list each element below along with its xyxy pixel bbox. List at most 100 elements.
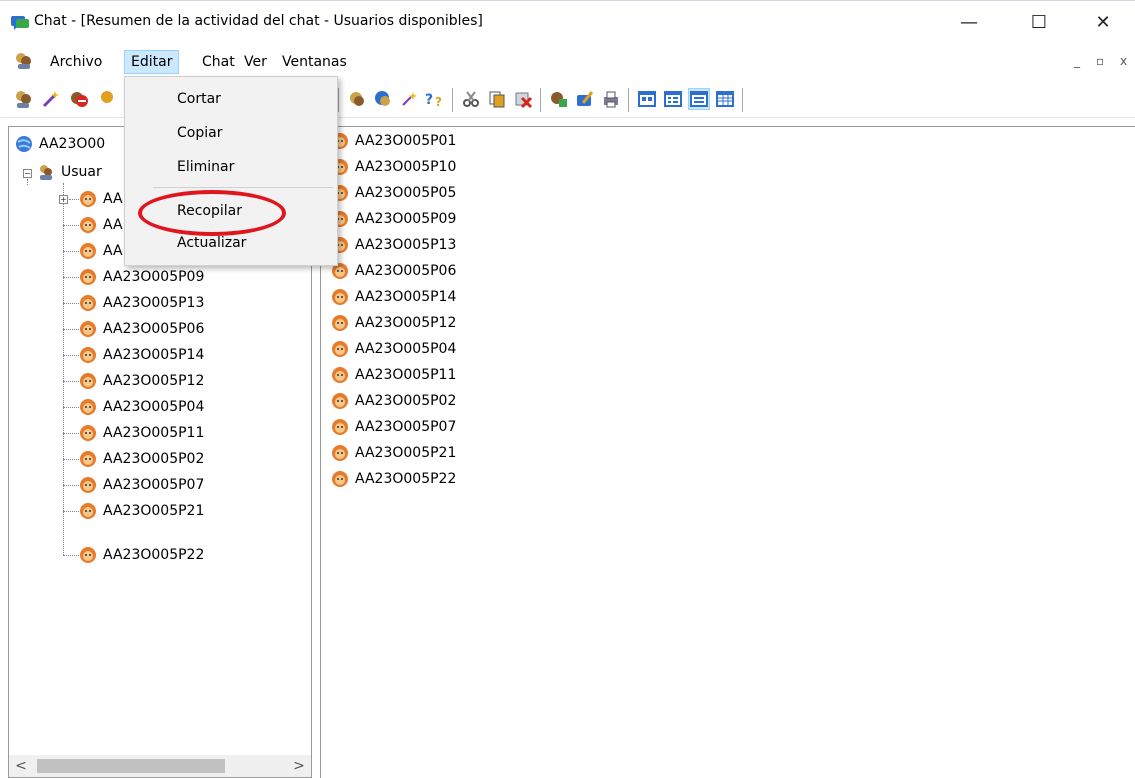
- stop-user-icon[interactable]: [68, 88, 90, 110]
- list-item[interactable]: AA23O005P01: [331, 130, 456, 152]
- print-icon[interactable]: [600, 88, 622, 110]
- users-tool-icon[interactable]: [12, 88, 34, 110]
- tree-user-row[interactable]: AA23O005P13: [79, 292, 204, 314]
- view-small-icons-icon[interactable]: [662, 88, 684, 110]
- window-title: Chat - [Resumen de la actividad del chat…: [34, 13, 483, 29]
- close-button[interactable]: ✕: [1080, 7, 1126, 37]
- list-item-label: AA23O005P06: [355, 263, 457, 279]
- tree-guide-line: [27, 179, 28, 185]
- users-list-pane[interactable]: AA23O005P01 AA23O005P10 AA23O005P05 AA23…: [320, 126, 1135, 778]
- mdi-minimize-button[interactable]: _: [1074, 54, 1080, 68]
- delete-icon[interactable]: [512, 88, 534, 110]
- view-list-icon[interactable]: [688, 88, 710, 110]
- menu-item-cortar[interactable]: Cortar: [177, 87, 221, 111]
- users-group-icon: [37, 163, 55, 181]
- wand-icon[interactable]: [398, 88, 420, 110]
- tree-user-row[interactable]: AA: [79, 240, 123, 262]
- copy-icon[interactable]: [486, 88, 508, 110]
- list-item-label: AA23O005P04: [355, 341, 457, 357]
- user-face-icon: [331, 418, 349, 436]
- user-face-icon: [79, 346, 97, 364]
- toolbar-separator: [540, 88, 541, 112]
- chat-app-icon: [10, 15, 30, 31]
- minimize-button[interactable]: —: [946, 7, 992, 37]
- maximize-button[interactable]: ☐: [1016, 7, 1062, 37]
- tree-user-row[interactable]: AA23O005P11: [79, 422, 204, 444]
- user-tool-icon[interactable]: [96, 88, 118, 110]
- tree-branch-line: [63, 251, 79, 252]
- menu-archivo[interactable]: Archivo: [44, 50, 108, 74]
- help-icon[interactable]: ??: [424, 88, 446, 110]
- magic-wand-icon[interactable]: [40, 88, 62, 110]
- tree-user-row[interactable]: AA23O005P07: [79, 474, 204, 496]
- list-item[interactable]: AA23O005P07: [331, 416, 456, 438]
- list-item[interactable]: AA23O005P22: [331, 468, 456, 490]
- tree-user-row[interactable]: AA: [79, 188, 123, 210]
- list-item[interactable]: AA23O005P02: [331, 390, 456, 412]
- list-item[interactable]: AA23O005P13: [331, 234, 456, 256]
- menu-separator: [153, 187, 333, 188]
- menu-editar[interactable]: Editar: [124, 50, 180, 74]
- mdi-close-button[interactable]: x: [1120, 54, 1127, 68]
- tree-user-row[interactable]: AA23O005P02: [79, 448, 204, 470]
- user-face-icon: [79, 320, 97, 338]
- scissors-icon[interactable]: [460, 88, 482, 110]
- menu-ver[interactable]: Ver: [238, 50, 273, 74]
- scroll-left-arrow[interactable]: <: [11, 756, 31, 776]
- tree-branch-line: [69, 199, 79, 200]
- list-item[interactable]: AA23O005P14: [331, 286, 456, 308]
- list-item-label: AA23O005P22: [355, 471, 457, 487]
- user-search-icon[interactable]: [346, 88, 368, 110]
- list-item[interactable]: AA23O005P11: [331, 364, 456, 386]
- menu-item-eliminar[interactable]: Eliminar: [177, 155, 234, 179]
- tree-root[interactable]: AA23O00: [15, 133, 105, 155]
- tree-user-row[interactable]: AA23O005P21: [79, 500, 204, 522]
- list-item[interactable]: AA23O005P21: [331, 442, 456, 464]
- scroll-right-arrow[interactable]: >: [289, 756, 309, 776]
- menu-ventanas[interactable]: Ventanas: [276, 50, 353, 74]
- tree-branch-line: [63, 407, 79, 408]
- tree-user-row[interactable]: AA23O005P12: [79, 370, 204, 392]
- list-item-label: AA23O005P05: [355, 185, 457, 201]
- list-item-label: AA23O005P12: [355, 315, 457, 331]
- edit-record-icon[interactable]: [574, 88, 596, 110]
- user-face-icon: [331, 444, 349, 462]
- list-item[interactable]: AA23O005P12: [331, 312, 456, 334]
- tree-expand-toggle[interactable]: +: [59, 195, 68, 204]
- tree-collapse-toggle[interactable]: −: [23, 169, 32, 178]
- scroll-thumb[interactable]: [37, 759, 225, 773]
- tree-user-row[interactable]: AA23O005P22: [79, 544, 204, 566]
- menu-chat[interactable]: Chat: [196, 50, 241, 74]
- user-face-icon: [79, 450, 97, 468]
- tree-user-row[interactable]: AA23O005P14: [79, 344, 204, 366]
- menu-item-copiar[interactable]: Copiar: [177, 121, 222, 145]
- list-item[interactable]: AA23O005P05: [331, 182, 456, 204]
- tree-user-row[interactable]: AA23O005P06: [79, 318, 204, 340]
- tree-user-row[interactable]: AA: [79, 214, 123, 236]
- list-item[interactable]: AA23O005P09: [331, 208, 456, 230]
- user-chat-icon[interactable]: [372, 88, 394, 110]
- horizontal-scrollbar[interactable]: < >: [9, 755, 311, 777]
- tree-branch-line: [63, 225, 79, 226]
- tree-user-label: AA: [103, 191, 123, 207]
- list-item[interactable]: AA23O005P04: [331, 338, 456, 360]
- tree-user-label: AA23O005P09: [103, 269, 205, 285]
- users-app-icon[interactable]: [14, 52, 34, 70]
- tree-group[interactable]: Usuar: [37, 161, 102, 183]
- list-item-label: AA23O005P10: [355, 159, 457, 175]
- tree-user-row[interactable]: AA23O005P04: [79, 396, 204, 418]
- list-item-label: AA23O005P13: [355, 237, 457, 253]
- mdi-restore-button[interactable]: ▫: [1096, 54, 1104, 68]
- view-large-icons-icon[interactable]: [636, 88, 658, 110]
- view-details-icon[interactable]: [714, 88, 736, 110]
- tree-guide-line: [63, 183, 64, 555]
- tree-user-row[interactable]: AA23O005P09: [79, 266, 204, 288]
- list-item[interactable]: AA23O005P06: [331, 260, 456, 282]
- user-face-icon: [331, 392, 349, 410]
- tree-group-label: Usuar: [61, 164, 102, 180]
- highlight-annotation-ring: [138, 190, 286, 236]
- list-item[interactable]: AA23O005P10: [331, 156, 456, 178]
- tree-user-label: AA23O005P14: [103, 347, 205, 363]
- collect-icon[interactable]: [548, 88, 570, 110]
- tree-user-label: AA23O005P22: [103, 547, 205, 563]
